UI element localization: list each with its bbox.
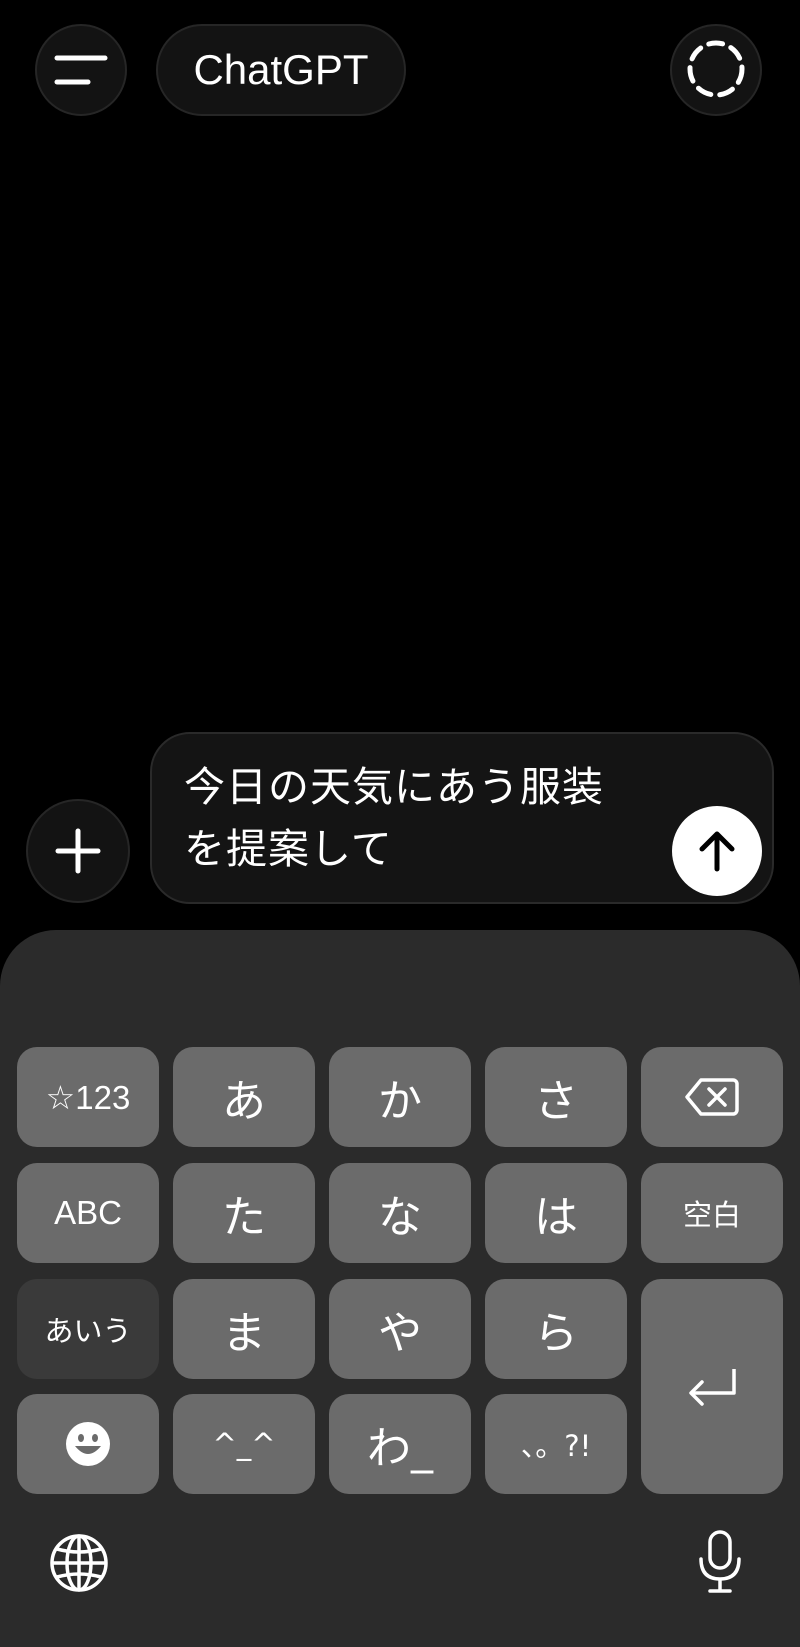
emoji-key[interactable] (17, 1394, 159, 1494)
globe-key[interactable] (46, 1530, 112, 1596)
message-composer[interactable]: 今日の天気にあう服装を提案して (150, 732, 774, 904)
attach-button[interactable] (26, 799, 130, 903)
plus-icon (55, 828, 101, 874)
symbols-key[interactable]: ☆123 (17, 1047, 159, 1147)
key-na[interactable]: な (329, 1163, 471, 1263)
app-title: ChatGPT (193, 46, 369, 93)
kana-mode-key[interactable]: あいう (17, 1279, 159, 1379)
key-wa[interactable]: わ_ (329, 1394, 471, 1494)
hamburger-menu-icon (54, 55, 108, 85)
key-sa[interactable]: さ (485, 1047, 627, 1147)
keyboard: ☆123 あ か さ ABC た な は 空白 あいう ま や ら ^_^ わ_… (0, 930, 800, 1647)
abc-key[interactable]: ABC (17, 1163, 159, 1263)
microphone-icon (699, 1530, 741, 1593)
space-key[interactable]: 空白 (641, 1163, 783, 1263)
return-icon (689, 1368, 736, 1406)
menu-button[interactable] (35, 24, 127, 116)
kaomoji-key[interactable]: ^_^ (173, 1394, 315, 1494)
arrow-up-icon (699, 831, 735, 872)
key-ta[interactable]: た (173, 1163, 315, 1263)
globe-icon (50, 1534, 108, 1592)
key-ha[interactable]: は (485, 1163, 627, 1263)
key-ka[interactable]: か (329, 1047, 471, 1147)
key-ya[interactable]: や (329, 1279, 471, 1379)
dashed-circle-chat-icon (687, 40, 745, 98)
backspace-key[interactable] (641, 1047, 783, 1147)
punctuation-key[interactable]: 、。?! (485, 1394, 627, 1494)
send-button[interactable] (672, 806, 762, 896)
return-key[interactable] (641, 1279, 783, 1494)
model-title-button[interactable]: ChatGPT (156, 24, 406, 116)
backspace-icon (685, 1078, 739, 1116)
message-input[interactable]: 今日の天気にあう服装を提案して (184, 756, 624, 880)
key-ra[interactable]: ら (485, 1279, 627, 1379)
key-a[interactable]: あ (173, 1047, 315, 1147)
key-ma[interactable]: ま (173, 1279, 315, 1379)
microphone-key[interactable] (690, 1526, 750, 1598)
emoji-icon (66, 1422, 110, 1466)
temporary-chat-button[interactable] (670, 24, 762, 116)
